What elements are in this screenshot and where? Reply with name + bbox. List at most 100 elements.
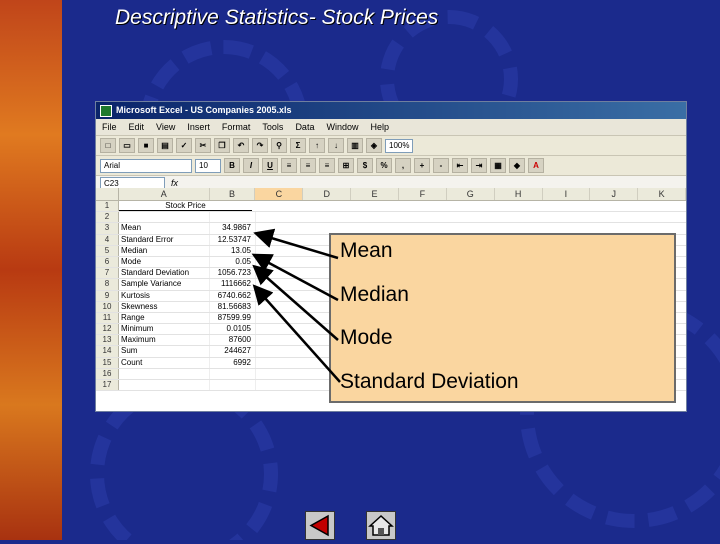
save-icon[interactable]: ■	[138, 138, 154, 153]
cell-label[interactable]: Standard Deviation	[119, 268, 210, 279]
row-header[interactable]: 7	[96, 268, 119, 279]
column-header[interactable]: I	[543, 188, 591, 200]
align-center-icon[interactable]: ≡	[300, 158, 316, 173]
row-header[interactable]: 6	[96, 256, 119, 268]
column-header[interactable]: G	[447, 188, 495, 200]
italic-icon[interactable]: I	[243, 158, 259, 173]
sort-ascending-icon[interactable]: ↑	[309, 138, 325, 153]
underline-icon[interactable]: U	[262, 158, 278, 173]
menu-edit[interactable]: Edit	[129, 122, 145, 132]
hyperlink-icon[interactable]: ⚲	[271, 138, 287, 153]
align-right-icon[interactable]: ≡	[319, 158, 335, 173]
row-header[interactable]: 4	[96, 234, 119, 245]
cut-icon[interactable]: ✂	[195, 138, 211, 153]
row-header[interactable]: 17	[96, 380, 119, 391]
cell-label[interactable]: Mean	[119, 223, 210, 234]
cell-value[interactable]	[210, 212, 256, 223]
cell-value[interactable]	[210, 380, 256, 391]
percent-icon[interactable]: %	[376, 158, 392, 173]
currency-icon[interactable]: $	[357, 158, 373, 173]
cell-label[interactable]: Sum	[119, 346, 210, 357]
cell-value[interactable]: 0.0105	[210, 324, 256, 335]
row-header[interactable]: 10	[96, 301, 119, 312]
row-header[interactable]: 9	[96, 290, 119, 301]
cell-label[interactable]: Count	[119, 357, 210, 368]
increase-indent-icon[interactable]: ⇥	[471, 158, 487, 173]
column-header[interactable]: H	[495, 188, 543, 200]
font-color-icon[interactable]: A	[528, 158, 544, 173]
copy-icon[interactable]: ❐	[214, 138, 230, 153]
bold-icon[interactable]: B	[224, 158, 240, 173]
column-header[interactable]: B	[210, 188, 256, 200]
undo-icon[interactable]: ↶	[233, 138, 249, 153]
font-size-select[interactable]: 10	[195, 158, 221, 173]
stock-price-header[interactable]: Stock Price	[119, 201, 252, 212]
redo-icon[interactable]: ↷	[252, 138, 268, 153]
column-header[interactable]: E	[351, 188, 399, 200]
row-header[interactable]: 8	[96, 279, 119, 290]
fx-icon[interactable]: fx	[171, 178, 178, 188]
cell-label[interactable]: Kurtosis	[119, 290, 210, 301]
row-header[interactable]: 14	[96, 346, 119, 357]
cell-value[interactable]: 87600	[210, 335, 256, 346]
menu-window[interactable]: Window	[326, 122, 358, 132]
decrease-decimal-icon[interactable]: -	[433, 158, 449, 173]
column-header[interactable]: A	[119, 188, 210, 200]
cell-value[interactable]: 6740.662	[210, 290, 256, 301]
spell-check-icon[interactable]: ✓	[176, 138, 192, 153]
menu-view[interactable]: View	[156, 122, 175, 132]
select-all-corner[interactable]	[96, 188, 119, 200]
row-header[interactable]: 2	[96, 212, 119, 223]
column-header[interactable]: C	[255, 188, 304, 200]
cell-value[interactable]: 244627	[210, 346, 256, 357]
column-header[interactable]: D	[303, 188, 352, 200]
cell-value[interactable]: 13.05	[210, 245, 256, 256]
row-header[interactable]: 13	[96, 335, 119, 346]
column-header[interactable]: K	[638, 188, 686, 200]
cell-label[interactable]	[119, 212, 210, 223]
cell-value[interactable]: 0.05	[210, 256, 256, 268]
row-header[interactable]: 1	[96, 201, 119, 212]
autosum-icon[interactable]: Σ	[290, 138, 306, 153]
menu-help[interactable]: Help	[370, 122, 389, 132]
cell-label[interactable]: Sample Variance	[119, 279, 210, 290]
increase-decimal-icon[interactable]: +	[414, 158, 430, 173]
column-header[interactable]: J	[590, 188, 639, 200]
row-header[interactable]: 15	[96, 357, 119, 368]
cell-value[interactable]: 1056.723	[210, 268, 256, 279]
cell-value[interactable]: 81.56683	[210, 301, 256, 312]
menu-file[interactable]: File	[102, 122, 117, 132]
menu-tools[interactable]: Tools	[262, 122, 283, 132]
cell-value[interactable]	[210, 368, 256, 379]
menu-insert[interactable]: Insert	[187, 122, 210, 132]
cell-value[interactable]: 34.9867	[210, 223, 256, 234]
cell-label[interactable]	[119, 380, 210, 391]
cell-label[interactable]	[119, 368, 210, 379]
menu-format[interactable]: Format	[222, 122, 251, 132]
cell-label[interactable]: Median	[119, 245, 210, 256]
cell-label[interactable]: Mode	[119, 256, 210, 268]
zoom-select[interactable]: 100%	[385, 138, 414, 153]
chart-wizard-icon[interactable]: ▥	[347, 138, 363, 153]
font-name-select[interactable]: Arial	[100, 158, 192, 173]
cell-label[interactable]: Minimum	[119, 324, 210, 335]
cell-label[interactable]: Skewness	[119, 301, 210, 312]
open-folder-icon[interactable]: ▭	[119, 138, 135, 153]
comma-style-icon[interactable]: ,	[395, 158, 411, 173]
cell-value[interactable]: 87599.99	[210, 312, 256, 324]
row-header[interactable]: 5	[96, 245, 119, 256]
cell-value[interactable]: 1116662	[210, 279, 256, 290]
sort-descending-icon[interactable]: ↓	[328, 138, 344, 153]
cell-label[interactable]: Range	[119, 312, 210, 324]
decrease-indent-icon[interactable]: ⇤	[452, 158, 468, 173]
back-button[interactable]	[305, 511, 335, 540]
cell-value[interactable]: 6992	[210, 357, 256, 368]
column-header[interactable]: F	[399, 188, 447, 200]
row-header[interactable]: 11	[96, 312, 119, 324]
drawing-icon[interactable]: ◈	[366, 138, 382, 153]
row-header[interactable]: 16	[96, 368, 119, 379]
new-file-icon[interactable]: □	[100, 138, 116, 153]
print-icon[interactable]: ▤	[157, 138, 173, 153]
merge-center-icon[interactable]: ⊞	[338, 158, 354, 173]
align-left-icon[interactable]: ≡	[281, 158, 297, 173]
